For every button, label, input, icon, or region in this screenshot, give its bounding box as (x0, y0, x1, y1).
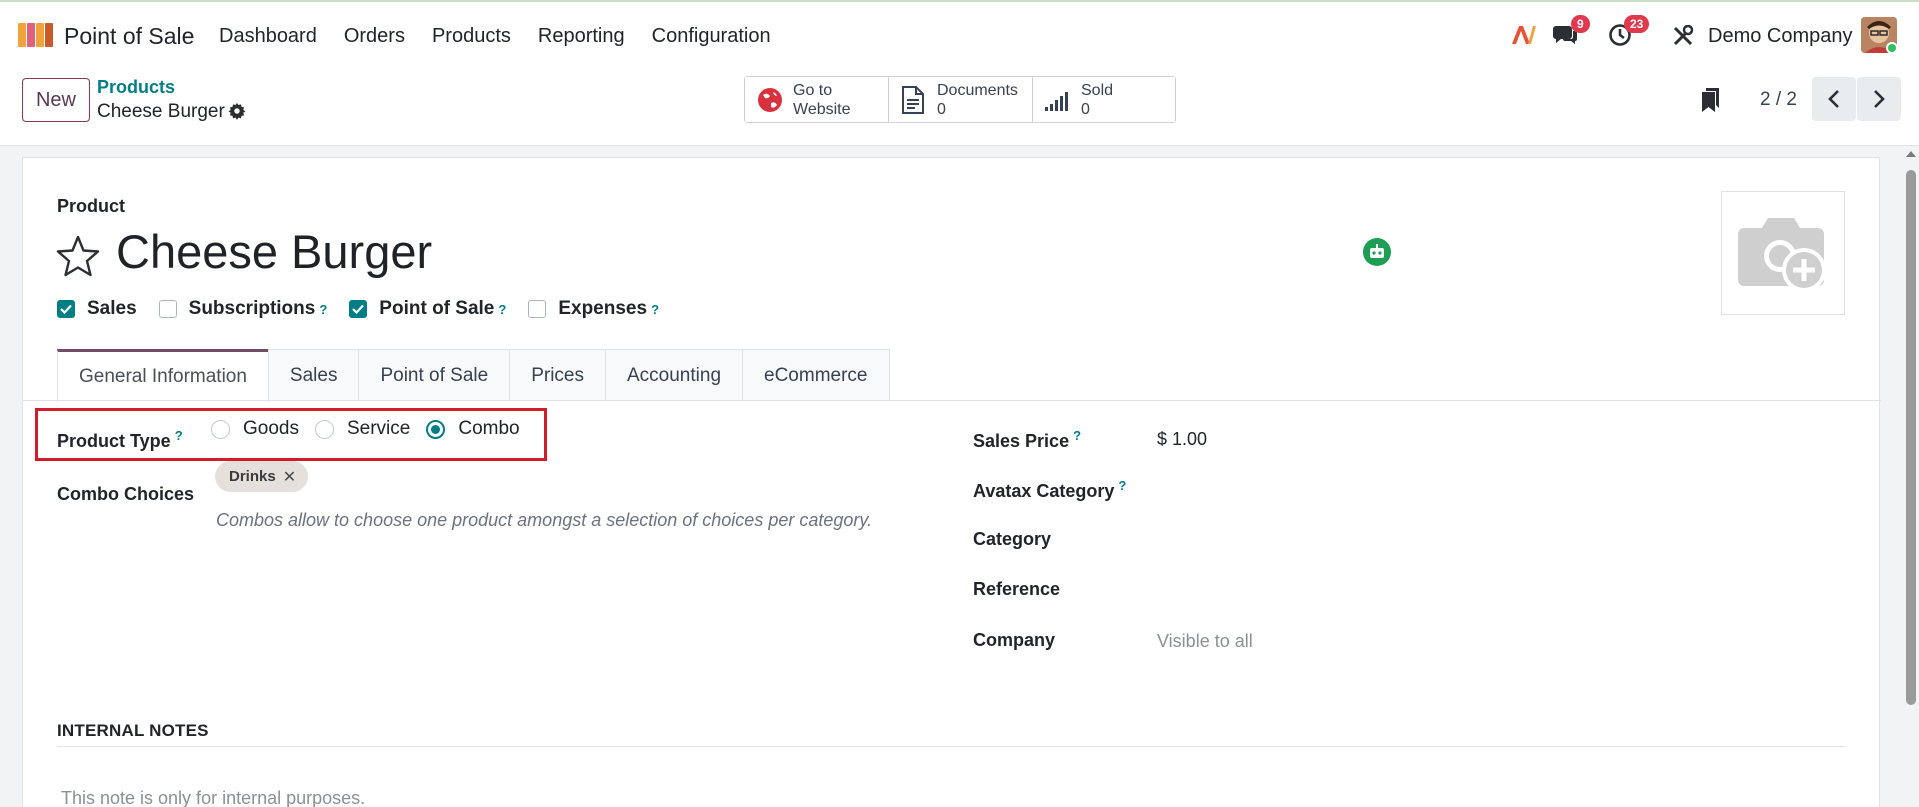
pager-value[interactable]: 2 / 2 (1760, 89, 1797, 111)
tab-divider (23, 400, 1881, 401)
chevron-left-icon (1828, 90, 1839, 108)
remove-tag-icon[interactable]: ✕ (283, 467, 296, 487)
internal-notes-field[interactable]: This note is only for internal purposes. (61, 788, 365, 807)
sales-price-label-text: Sales Price (973, 431, 1070, 451)
sales-checkbox-label: Sales (87, 298, 137, 319)
activities-badge: 23 (1624, 15, 1650, 33)
menu-orders[interactable]: Orders (344, 25, 405, 48)
control-panel: New Products Cheese Burger Go to Website… (0, 68, 1919, 146)
tab-general-information[interactable]: General Information (57, 349, 269, 402)
combo-choices-label: Combo Choices (57, 484, 195, 504)
product-label: Product (57, 196, 126, 216)
expenses-checkbox-label: Expenses (558, 298, 648, 319)
signal-bars-icon (1045, 91, 1068, 111)
scrollbar-thumb[interactable] (1906, 170, 1916, 705)
check-icon (349, 300, 368, 318)
form-tabs: General Information Sales Point of Sale … (57, 349, 890, 402)
sold-count: 0 (1081, 100, 1090, 118)
company-switcher[interactable]: Demo Company (1708, 25, 1853, 48)
avatax-category-label: Avatax Category? (973, 478, 1126, 502)
breadcrumb-products[interactable]: Products (97, 77, 175, 98)
category-label: Category (973, 529, 1052, 549)
company-label: Company (973, 630, 1056, 650)
tools-icon[interactable] (1672, 25, 1694, 47)
product-image-upload[interactable] (1721, 191, 1845, 315)
pager-next-button[interactable] (1857, 77, 1901, 121)
combo-choices-hint: Combos allow to choose one product among… (216, 510, 873, 530)
tab-sales[interactable]: Sales (267, 349, 360, 401)
messages-button[interactable]: 9 (1552, 15, 1590, 52)
online-status-dot (1886, 42, 1898, 54)
menu-products[interactable]: Products (432, 25, 511, 48)
company-field[interactable]: Visible to all (1157, 631, 1253, 652)
checkbox-empty (528, 300, 547, 318)
tab-ecommerce[interactable]: eCommerce (742, 349, 890, 401)
app-name[interactable]: Point of Sale (64, 23, 194, 50)
messages-badge: 9 (1571, 15, 1590, 33)
new-button[interactable]: New (22, 78, 90, 122)
gear-icon[interactable] (228, 102, 246, 120)
chevron-right-icon (1874, 90, 1885, 108)
avatax-category-field[interactable] (1157, 476, 1717, 502)
pos-checkbox[interactable]: Point of Sale? (349, 298, 506, 320)
combo-choice-tag[interactable]: Drinks ✕ (215, 461, 309, 492)
favorite-star-icon[interactable] (55, 234, 101, 278)
breadcrumb-current: Cheese Burger (97, 101, 225, 122)
internal-notes-divider (57, 746, 1845, 747)
checkbox-empty (158, 300, 177, 318)
scroll-up-icon[interactable] (1905, 150, 1917, 158)
top-navbar: Point of Sale Dashboard Orders Products … (0, 0, 1919, 68)
menu-configuration[interactable]: Configuration (652, 25, 771, 48)
sold-button[interactable]: Sold 0 (1033, 77, 1175, 122)
help-tooltip-icon[interactable]: ? (1118, 478, 1126, 493)
bookmark-icon[interactable] (1702, 88, 1720, 112)
check-icon (57, 300, 75, 318)
tab-point-of-sale[interactable]: Point of Sale (358, 349, 511, 401)
internal-notes-title: INTERNAL NOTES (57, 721, 209, 740)
activities-button[interactable]: 23 (1608, 15, 1650, 52)
globe-icon (758, 87, 782, 112)
documents-button[interactable]: Documents 0 (889, 77, 1033, 122)
pos-checkbox-label: Point of Sale (379, 298, 495, 319)
reference-label: Reference (973, 579, 1061, 599)
documents-count: 0 (937, 100, 946, 118)
go-to-website-button[interactable]: Go to Website (745, 77, 889, 122)
avatax-category-label-text: Avatax Category (973, 481, 1115, 501)
sold-label: Sold (1081, 81, 1114, 99)
sales-price-field[interactable]: $ 1.00 (1157, 429, 1207, 450)
help-tooltip-icon[interactable]: ? (319, 302, 327, 317)
sales-price-label: Sales Price? (973, 428, 1081, 452)
reference-field[interactable] (1157, 577, 1717, 603)
help-tooltip-icon[interactable]: ? (498, 302, 506, 317)
subscriptions-checkbox-label: Subscriptions (188, 298, 316, 319)
website-label-line2: Website (793, 100, 851, 118)
highlight-box (35, 408, 547, 461)
smart-buttons: Go to Website Documents 0 Sold 0 (744, 76, 1176, 123)
document-icon (902, 85, 924, 114)
pager-previous-button[interactable] (1812, 77, 1856, 121)
sales-checkbox[interactable]: Sales (57, 298, 137, 320)
avatax-icon[interactable] (1510, 24, 1536, 46)
category-field[interactable] (1157, 527, 1717, 553)
tab-prices[interactable]: Prices (509, 349, 606, 401)
menu-reporting[interactable]: Reporting (538, 25, 625, 48)
tab-accounting[interactable]: Accounting (605, 349, 744, 401)
help-tooltip-icon[interactable]: ? (651, 302, 659, 317)
expenses-checkbox[interactable]: Expenses? (528, 298, 659, 320)
subscriptions-checkbox[interactable]: Subscriptions? (158, 298, 327, 320)
documents-label: Documents (937, 81, 1018, 99)
main-menu: Dashboard Orders Products Reporting Conf… (219, 25, 798, 48)
help-tooltip-icon[interactable]: ? (1073, 428, 1081, 443)
pos-app-icon[interactable] (18, 21, 54, 49)
product-name-field[interactable]: Cheese Burger (116, 224, 432, 279)
combo-choice-tag-label: Drinks (229, 468, 276, 485)
form-sheet: Product Cheese Burger Sales Subscription (22, 157, 1881, 807)
camera-add-icon (1738, 218, 1826, 292)
product-options: Sales Subscriptions? Point of Sale? Expe… (57, 298, 681, 320)
website-label-line1: Go to (793, 81, 833, 99)
robot-icon[interactable] (1363, 238, 1391, 266)
menu-dashboard[interactable]: Dashboard (219, 25, 317, 48)
